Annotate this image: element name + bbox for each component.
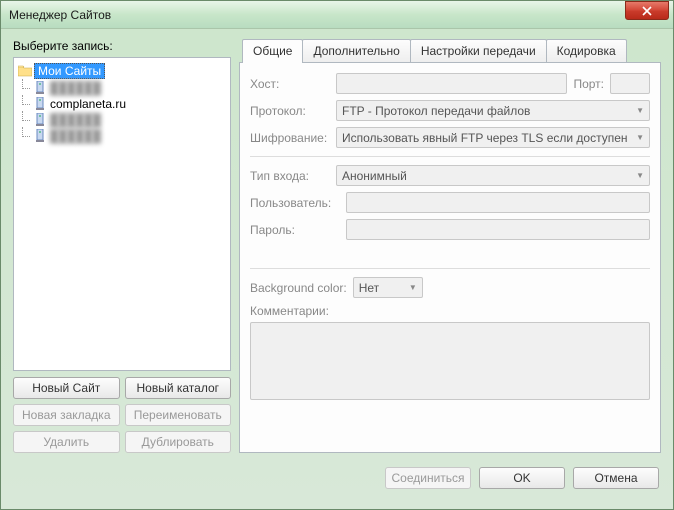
tab-advanced[interactable]: Дополнительно [302, 39, 410, 62]
new-site-button[interactable]: Новый Сайт [13, 377, 120, 399]
comments-input[interactable] [250, 322, 650, 400]
tree-item-label: complaneta.ru [50, 97, 126, 111]
folder-icon [18, 65, 32, 77]
server-icon [34, 113, 46, 127]
logon-value: Анонимный [342, 169, 407, 183]
logon-select[interactable]: Анонимный ▼ [336, 165, 650, 186]
protocol-value: FTP - Протокол передачи файлов [342, 104, 530, 118]
encryption-label: Шифрование: [250, 131, 330, 145]
chevron-down-icon: ▼ [409, 283, 417, 292]
tab-charset[interactable]: Кодировка [546, 39, 627, 62]
dialog-footer: Соединиться OK Отмена [1, 461, 673, 499]
cancel-button[interactable]: Отмена [573, 467, 659, 489]
new-folder-button[interactable]: Новый каталог [125, 377, 232, 399]
encryption-select[interactable]: Использовать явный FTP через TLS если до… [336, 127, 650, 148]
chevron-down-icon: ▼ [636, 171, 644, 180]
tree-item[interactable]: ██████ [32, 80, 228, 96]
protocol-select[interactable]: FTP - Протокол передачи файлов ▼ [336, 100, 650, 121]
bgcolor-value: Нет [359, 281, 379, 295]
logon-label: Тип входа: [250, 169, 330, 183]
port-label: Порт: [573, 77, 604, 91]
password-input[interactable] [346, 219, 650, 240]
new-bookmark-button: Новая закладка [13, 404, 120, 426]
chevron-down-icon: ▼ [636, 133, 644, 142]
chevron-down-icon: ▼ [636, 106, 644, 115]
port-input[interactable] [610, 73, 650, 94]
tree-item[interactable]: ██████ [32, 128, 228, 144]
server-icon [34, 81, 46, 95]
right-panel: Общие Дополнительно Настройки передачи К… [239, 39, 661, 453]
bgcolor-select[interactable]: Нет ▼ [353, 277, 423, 298]
left-panel: Выберите запись: Мои Сайты ██████ compla… [13, 39, 231, 453]
connect-button: Соединиться [385, 467, 471, 489]
duplicate-button: Дублировать [125, 431, 232, 453]
protocol-label: Протокол: [250, 104, 330, 118]
bgcolor-label: Background color: [250, 281, 347, 295]
window-title: Менеджер Сайтов [9, 8, 625, 22]
tab-general[interactable]: Общие [242, 39, 303, 63]
user-input[interactable] [346, 192, 650, 213]
general-panel: Хост: Порт: Протокол: FTP - Протокол пер… [239, 62, 661, 453]
tree-item[interactable]: complaneta.ru [32, 96, 228, 112]
close-icon [642, 6, 652, 16]
password-label: Пароль: [250, 223, 340, 237]
titlebar: Менеджер Сайтов [1, 1, 673, 29]
site-tree[interactable]: Мои Сайты ██████ complaneta.ru ██████ █ [13, 57, 231, 371]
tab-transfer[interactable]: Настройки передачи [410, 39, 547, 62]
host-label: Хост: [250, 77, 330, 91]
user-label: Пользователь: [250, 196, 340, 210]
server-icon [34, 129, 46, 143]
tree-item[interactable]: ██████ [32, 112, 228, 128]
rename-button: Переименовать [125, 404, 232, 426]
delete-button: Удалить [13, 431, 120, 453]
comments-label: Комментарии: [250, 304, 650, 318]
select-entry-label: Выберите запись: [13, 39, 231, 53]
tree-root-label: Мои Сайты [34, 63, 105, 79]
host-input[interactable] [336, 73, 567, 94]
server-icon [34, 97, 46, 111]
tabset: Общие Дополнительно Настройки передачи К… [242, 39, 661, 62]
close-button[interactable] [625, 1, 669, 20]
tree-root[interactable]: Мои Сайты [16, 62, 228, 80]
encryption-value: Использовать явный FTP через TLS если до… [342, 131, 628, 145]
ok-button[interactable]: OK [479, 467, 565, 489]
